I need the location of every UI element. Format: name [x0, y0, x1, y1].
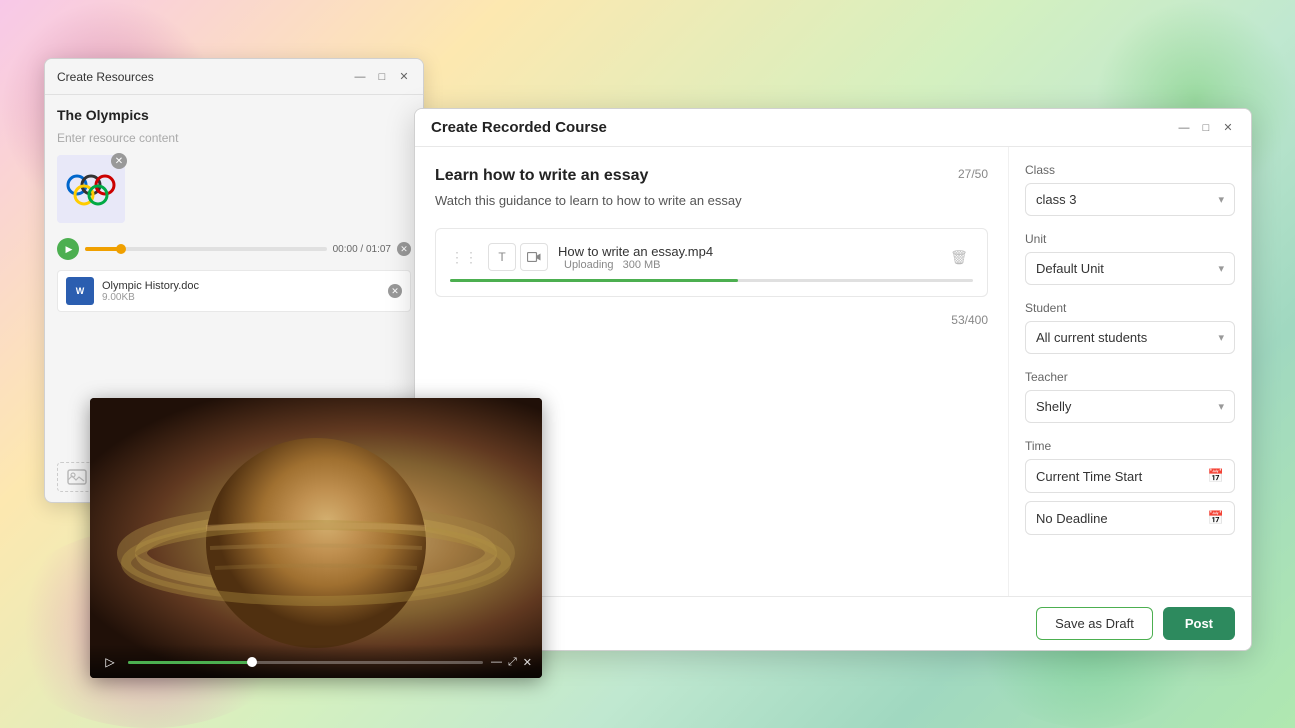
unit-field-group: Unit Default Unit ▾	[1025, 232, 1235, 285]
student-label: Student	[1025, 301, 1235, 315]
audio-player: ▶ 00:00 / 01:07 ✕	[57, 238, 411, 260]
unit-select[interactable]: Default Unit ▾	[1025, 252, 1235, 285]
video-progress-fill	[128, 661, 252, 664]
video-progress-bar[interactable]	[128, 661, 483, 664]
audio-remove-button[interactable]: ✕	[397, 242, 411, 256]
file-size: 9.00KB	[102, 292, 380, 303]
upload-video-icon[interactable]	[520, 243, 548, 271]
unit-value: Default Unit	[1036, 261, 1104, 276]
course-title-row: Learn how to write an essay 27/50	[435, 167, 988, 185]
audio-progress-bar[interactable]	[85, 247, 327, 251]
upload-status: Uploading 300 MB	[558, 259, 935, 271]
class-label: Class	[1025, 163, 1235, 177]
upload-type-icons: T	[488, 243, 548, 271]
student-field-group: Student All current students ▾	[1025, 301, 1235, 354]
video-player: ▷ — ⤢ ✕	[90, 398, 542, 678]
create-resources-titlebar: Create Resources — □ ✕	[45, 59, 423, 95]
calendar-end-icon: 📅	[1208, 510, 1224, 526]
teacher-label: Teacher	[1025, 370, 1235, 384]
video-content: ▷ — ⤢ ✕	[90, 398, 542, 678]
description-area: 53/400	[435, 313, 988, 327]
audio-progress-dot	[116, 244, 126, 254]
audio-time: 00:00 / 01:07	[333, 244, 391, 255]
video-progress-dot	[247, 657, 257, 667]
file-name: Olympic History.doc	[102, 280, 380, 292]
student-select[interactable]: All current students ▾	[1025, 321, 1235, 354]
upload-file-info: How to write an essay.mp4 Uploading 300 …	[558, 244, 935, 271]
minimize-button[interactable]: —	[353, 70, 367, 84]
upload-item: ⋮⋮ T How to write an essay.mp4	[450, 243, 973, 271]
post-button[interactable]: Post	[1163, 607, 1235, 640]
upload-filename: How to write an essay.mp4	[558, 244, 935, 259]
resource-inner-title: The Olympics	[57, 107, 411, 123]
class-value: class 3	[1036, 192, 1076, 207]
description-char-count: 53/400	[435, 313, 988, 327]
upload-text-icon[interactable]: T	[488, 243, 516, 271]
create-resources-content: The Olympics Enter resource content ✕ ▶	[45, 95, 423, 324]
teacher-value: Shelly	[1036, 399, 1071, 414]
resource-placeholder: Enter resource content	[57, 131, 411, 145]
crc-close-button[interactable]: ✕	[1221, 121, 1235, 135]
file-info: Olympic History.doc 9.00KB	[102, 280, 380, 303]
time-field-group: Time Current Time Start 📅 No Deadline 📅	[1025, 439, 1235, 535]
class-field-group: Class class 3 ▾	[1025, 163, 1235, 216]
crc-right-panel: Class class 3 ▾ Unit Default Unit ▾ Stud…	[1009, 147, 1251, 596]
video-minimize-icon[interactable]: —	[491, 656, 502, 668]
video-controls: ▷ — ⤢ ✕	[90, 644, 542, 678]
unit-label: Unit	[1025, 232, 1235, 246]
video-control-icons: — ⤢ ✕	[491, 656, 532, 669]
student-value: All current students	[1036, 330, 1147, 345]
create-resources-title: Create Resources	[57, 70, 154, 84]
time-end-field[interactable]: No Deadline 📅	[1025, 501, 1235, 535]
maximize-button[interactable]: □	[375, 70, 389, 84]
course-title-char-count: 27/50	[958, 167, 988, 181]
class-select-arrow-icon: ▾	[1218, 193, 1224, 206]
teacher-select-arrow-icon: ▾	[1218, 400, 1224, 413]
teacher-select[interactable]: Shelly ▾	[1025, 390, 1235, 423]
course-title-text: Learn how to write an essay	[435, 167, 648, 185]
save-as-draft-button[interactable]: Save as Draft	[1036, 607, 1153, 640]
crc-title: Create Recorded Course	[431, 119, 607, 136]
file-type-icon: W	[66, 277, 94, 305]
teacher-field-group: Teacher Shelly ▾	[1025, 370, 1235, 423]
course-description: Watch this guidance to learn to how to w…	[435, 193, 988, 208]
image-container: ✕	[57, 155, 125, 233]
drag-handle-icon[interactable]: ⋮⋮	[450, 249, 478, 266]
audio-play-button[interactable]: ▶	[57, 238, 79, 260]
crc-minimize-button[interactable]: —	[1177, 121, 1191, 135]
upload-progress-bar	[450, 279, 973, 282]
unit-select-arrow-icon: ▾	[1218, 262, 1224, 275]
file-remove-button[interactable]: ✕	[388, 284, 402, 298]
create-resources-controls: — □ ✕	[353, 70, 411, 84]
video-play-button[interactable]: ▷	[100, 652, 120, 672]
upload-delete-button[interactable]: 🗑	[945, 243, 973, 271]
time-label: Time	[1025, 439, 1235, 453]
file-item: W Olympic History.doc 9.00KB ✕	[57, 270, 411, 312]
close-button[interactable]: ✕	[397, 70, 411, 84]
calendar-start-icon: 📅	[1208, 468, 1224, 484]
video-play-icon: ▷	[105, 655, 114, 669]
time-start-value: Current Time Start	[1036, 469, 1142, 484]
time-end-value: No Deadline	[1036, 511, 1108, 526]
crc-controls: — □ ✕	[1177, 121, 1235, 135]
saturn-visual	[90, 398, 542, 678]
student-select-arrow-icon: ▾	[1218, 331, 1224, 344]
upload-progress-fill	[450, 279, 738, 282]
crc-titlebar: Create Recorded Course — □ ✕	[415, 109, 1251, 147]
play-icon: ▶	[66, 244, 73, 255]
class-select[interactable]: class 3 ▾	[1025, 183, 1235, 216]
time-start-field[interactable]: Current Time Start 📅	[1025, 459, 1235, 493]
video-restore-icon[interactable]: ⤢	[508, 656, 517, 669]
crc-maximize-button[interactable]: □	[1199, 121, 1213, 135]
video-close-icon[interactable]: ✕	[523, 656, 532, 669]
upload-area: ⋮⋮ T How to write an essay.mp4	[435, 228, 988, 297]
image-remove-button[interactable]: ✕	[111, 153, 127, 169]
